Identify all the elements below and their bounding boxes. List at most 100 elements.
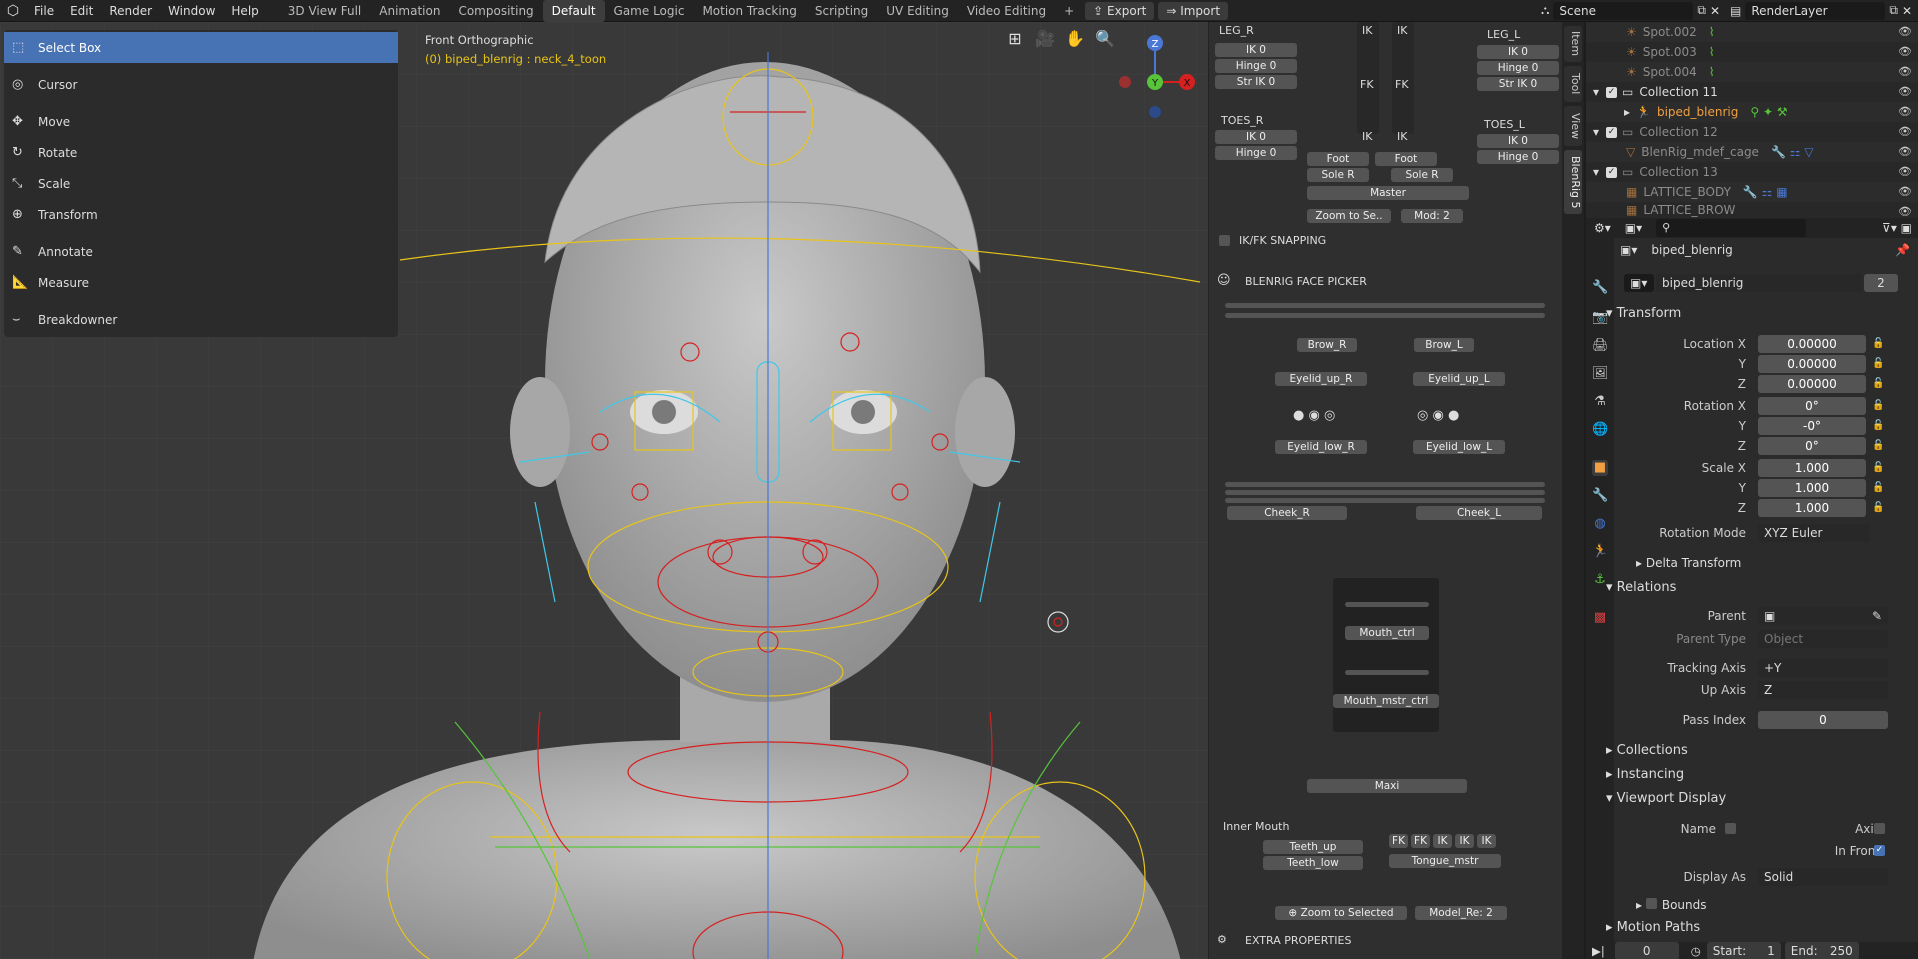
- name-checkbox[interactable]: [1725, 823, 1736, 834]
- lock-icon[interactable]: 🔓: [1872, 502, 1884, 513]
- rotation-z-field[interactable]: 0°: [1758, 437, 1866, 455]
- bounds-checkbox[interactable]: [1645, 898, 1657, 909]
- outliner-row-collection-12[interactable]: ▾ ✓ ▭ Collection 12: [1586, 122, 1918, 142]
- relations-section-header[interactable]: ▾ Relations: [1606, 580, 1676, 595]
- outliner-row-lattice-brow[interactable]: ▦ LATTICE_BROW: [1586, 202, 1918, 218]
- mouth-ctrl-button[interactable]: Mouth_ctrl: [1345, 626, 1429, 640]
- delta-transform-header[interactable]: ▸ Delta Transform: [1636, 556, 1741, 570]
- display-as-dropdown[interactable]: Solid: [1758, 868, 1888, 886]
- users-count[interactable]: 2: [1864, 274, 1898, 292]
- editor-type-icon[interactable]: ⚙▾: [1594, 221, 1611, 235]
- zoom-to-selected-small-button[interactable]: Zoom to Se..: [1307, 209, 1391, 223]
- render-layer-icon[interactable]: ▤: [1730, 4, 1741, 18]
- expand-arrow-icon[interactable]: ▾: [1586, 85, 1606, 99]
- tool-transform[interactable]: ⊕ Transform: [4, 199, 398, 230]
- location-y-field[interactable]: 0.00000: [1758, 355, 1866, 373]
- world-props-icon[interactable]: 🌐: [1592, 422, 1608, 438]
- leg-l-hinge-button[interactable]: Hinge 0: [1477, 61, 1559, 75]
- tab-motion-tracking[interactable]: Motion Tracking: [693, 0, 805, 22]
- tool-annotate[interactable]: ✎ Annotate: [4, 236, 398, 267]
- menu-edit[interactable]: Edit: [62, 0, 101, 22]
- mouth-upper-bar[interactable]: [1345, 602, 1429, 607]
- scale-y-field[interactable]: 1.000: [1758, 479, 1866, 497]
- tool-breakdowner[interactable]: ⌣ Breakdowner: [4, 304, 398, 335]
- texture-icon[interactable]: ▩: [1592, 610, 1608, 626]
- scale-x-field[interactable]: 1.000: [1758, 459, 1866, 477]
- start-frame-field[interactable]: Start: 1: [1706, 941, 1781, 959]
- ikfk-snapping-toggle[interactable]: [1219, 235, 1230, 246]
- bounds-row[interactable]: ▸ Bounds: [1636, 898, 1707, 912]
- leg-l-ik-button[interactable]: IK 0: [1477, 45, 1559, 59]
- end-frame-field[interactable]: End: 250: [1784, 941, 1859, 959]
- current-frame-field[interactable]: 0: [1614, 941, 1679, 959]
- tracking-axis-dropdown[interactable]: +Y: [1758, 659, 1888, 677]
- tool-move[interactable]: ✥ Move: [4, 106, 398, 137]
- eye-r-icons[interactable]: ● ◉ ◎: [1293, 408, 1335, 423]
- tool-settings-icon[interactable]: 🔧: [1592, 280, 1608, 296]
- rotation-y-field[interactable]: -0°: [1758, 417, 1866, 435]
- lock-icon[interactable]: 🔓: [1872, 358, 1884, 369]
- play-icon[interactable]: ▶|: [1592, 944, 1605, 958]
- transform-section-header[interactable]: ▾ Transform: [1606, 306, 1681, 321]
- tab-uv-editing[interactable]: UV Editing: [877, 0, 958, 22]
- cheek-bar-2[interactable]: [1225, 490, 1545, 495]
- navigation-gizmo[interactable]: Z Y X: [1110, 30, 1208, 120]
- in-front-checkbox[interactable]: ✓: [1874, 845, 1885, 856]
- grid-toggle-icon[interactable]: ⊞: [1002, 26, 1028, 52]
- tab-animation[interactable]: Animation: [370, 0, 449, 22]
- physics-icon[interactable]: 🏃: [1592, 544, 1608, 560]
- sole-l-button[interactable]: Sole R: [1391, 168, 1453, 182]
- eyelid-up-r-button[interactable]: Eyelid_up_R: [1275, 372, 1367, 386]
- outliner-row-collection-11[interactable]: ▾ ✓ ▭ Collection 11: [1586, 82, 1918, 102]
- lock-icon[interactable]: 🔓: [1872, 420, 1884, 431]
- mod-field[interactable]: Mod: 2: [1401, 209, 1463, 223]
- cheek-l-button[interactable]: Cheek_L: [1416, 506, 1542, 520]
- scene-icon[interactable]: ⛬: [1541, 3, 1549, 18]
- brow-r-button[interactable]: Brow_R: [1297, 338, 1357, 352]
- tab-blenrig5[interactable]: BlenRig 5: [1564, 150, 1582, 214]
- display-mode-icon[interactable]: ▣▾: [1625, 221, 1642, 235]
- toes-r-ik-button[interactable]: IK 0: [1215, 130, 1297, 144]
- expand-arrow-icon[interactable]: ▾: [1586, 165, 1606, 179]
- leg-r-hinge-button[interactable]: Hinge 0: [1215, 59, 1297, 73]
- collection-checkbox[interactable]: ✓: [1606, 166, 1617, 178]
- render-layer-field[interactable]: RenderLayer: [1745, 1, 1886, 20]
- tab-default[interactable]: Default: [542, 0, 605, 22]
- tab-item[interactable]: Item: [1564, 26, 1582, 62]
- collection-checkbox[interactable]: ✓: [1606, 126, 1617, 138]
- outliner-row-biped-blenrig[interactable]: ▸ 🏃 biped_blenrig ⚲ ✦ ⚒: [1586, 102, 1918, 122]
- toes-l-ik-button[interactable]: IK 0: [1477, 134, 1559, 148]
- scene-new-icon[interactable]: ⧉: [1697, 3, 1706, 18]
- toes-l-hinge-button[interactable]: Hinge 0: [1477, 150, 1559, 164]
- tool-cursor[interactable]: ◎ Cursor: [4, 69, 398, 100]
- layer-close-icon[interactable]: ✕: [1902, 4, 1912, 18]
- object-name[interactable]: biped_blenrig: [1651, 243, 1732, 257]
- up-axis-dropdown[interactable]: Z: [1758, 681, 1888, 699]
- leg-r-ik-button[interactable]: IK 0: [1215, 43, 1297, 57]
- tab-tool[interactable]: Tool: [1564, 66, 1582, 102]
- tongue-mstr-button[interactable]: Tongue_mstr: [1389, 854, 1501, 868]
- forehead-bar[interactable]: [1225, 303, 1545, 308]
- lock-icon[interactable]: 🔓: [1872, 440, 1884, 451]
- tongue-ik-3-button[interactable]: IK: [1477, 834, 1496, 848]
- lock-icon[interactable]: 🔓: [1872, 338, 1884, 349]
- cheek-bar-3[interactable]: [1225, 498, 1545, 503]
- lock-icon[interactable]: 🔓: [1872, 400, 1884, 411]
- zoom-to-selected-button[interactable]: ⊕ Zoom to Selected: [1275, 906, 1407, 920]
- modifier-props-icon[interactable]: 🔧: [1592, 488, 1608, 504]
- tool-select-box[interactable]: ⬚ Select Box: [4, 32, 398, 63]
- scene-close-icon[interactable]: ✕: [1710, 4, 1720, 18]
- cheek-r-button[interactable]: Cheek_R: [1227, 506, 1347, 520]
- viewport-display-section-header[interactable]: ▾ Viewport Display: [1606, 791, 1726, 806]
- forehead-bar-2[interactable]: [1225, 313, 1545, 318]
- camera-view-icon[interactable]: 🎥: [1032, 26, 1058, 52]
- lock-icon[interactable]: 🔓: [1872, 462, 1884, 473]
- foot-r-button[interactable]: Foot: [1307, 152, 1369, 166]
- location-z-field[interactable]: 0.00000: [1758, 375, 1866, 393]
- tongue-fk-1-button[interactable]: FK: [1389, 834, 1408, 848]
- export-button[interactable]: ⇪ Export: [1085, 1, 1155, 20]
- tool-measure[interactable]: 📐 Measure: [4, 267, 398, 298]
- expand-arrow-icon[interactable]: ▾: [1586, 125, 1606, 139]
- datablock-name-field[interactable]: biped_blenrig: [1656, 274, 1862, 292]
- tongue-ik-2-button[interactable]: IK: [1455, 834, 1474, 848]
